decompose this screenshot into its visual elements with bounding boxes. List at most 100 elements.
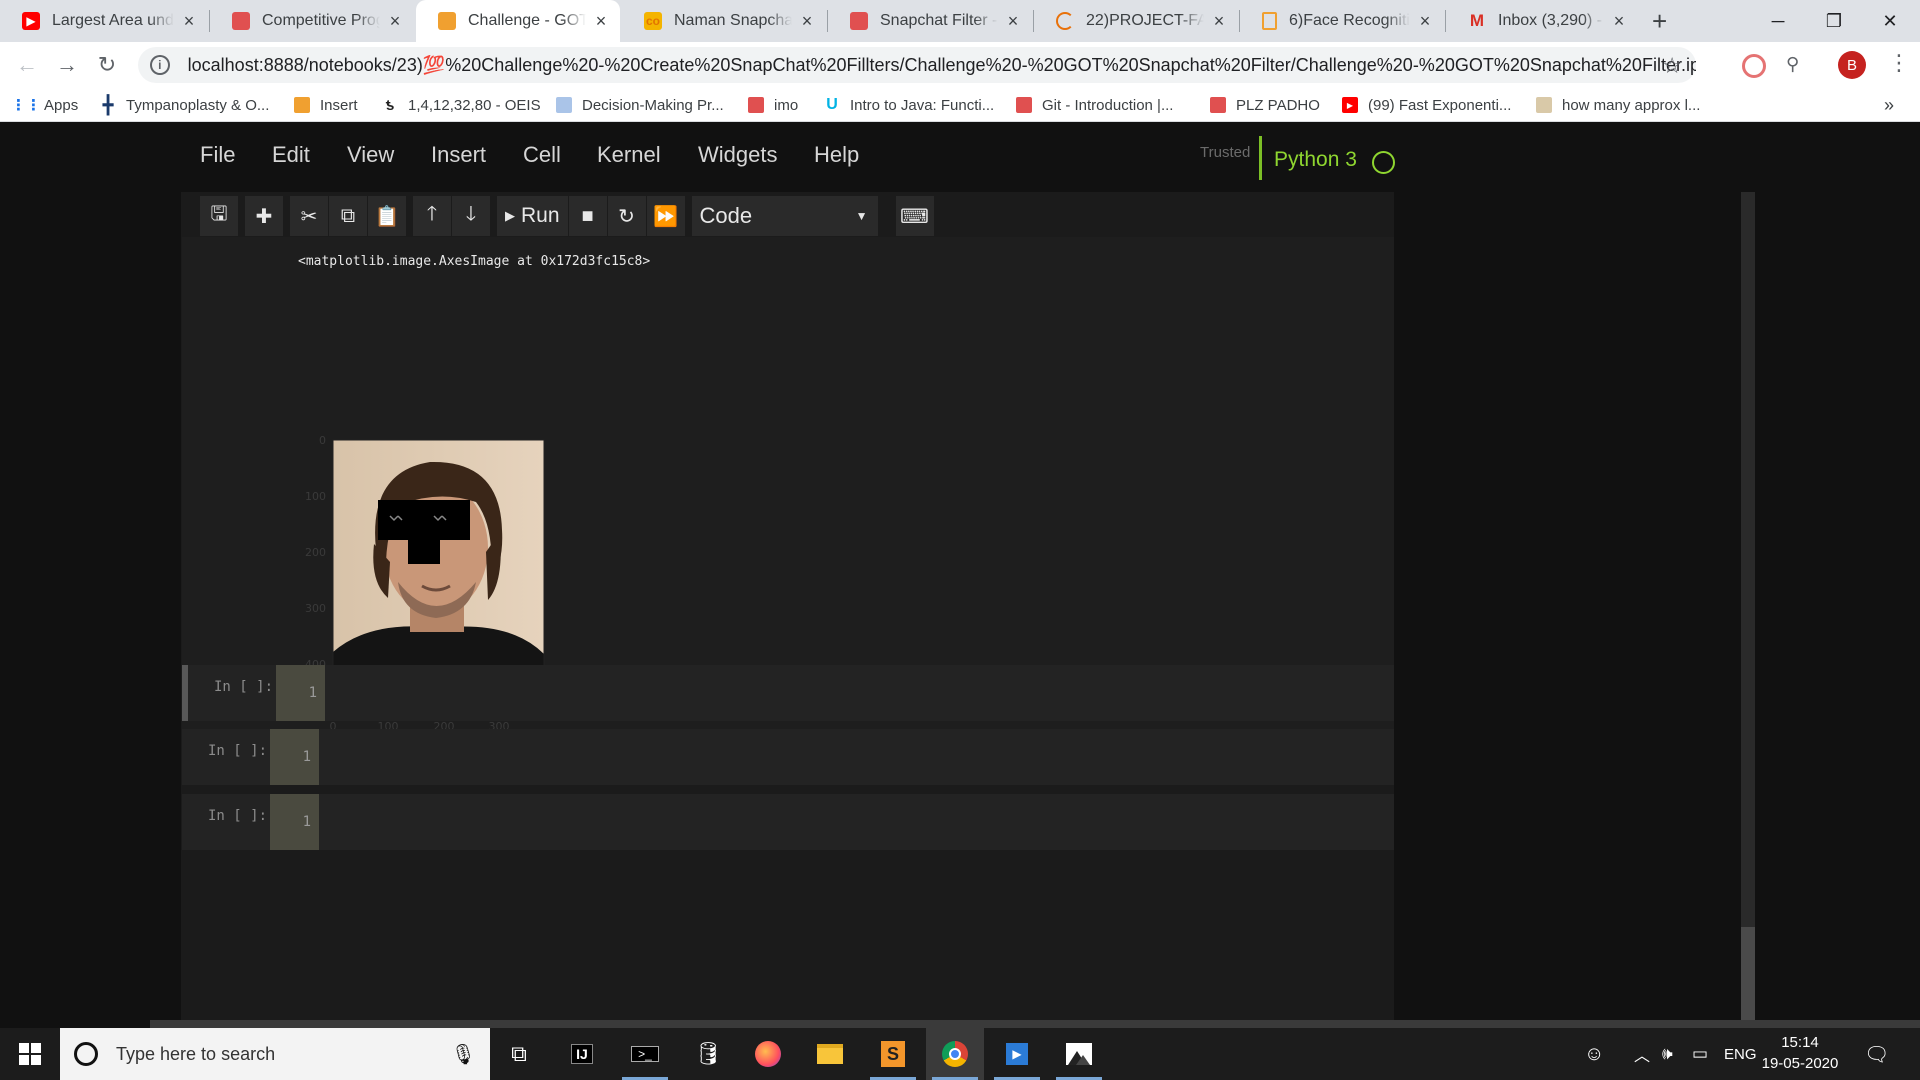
browser-tab-active[interactable]: Challenge - GOT S × (416, 0, 620, 42)
jupyter-icon (438, 12, 456, 30)
microphone-icon[interactable]: 🎙 (451, 1042, 476, 1067)
window-close-icon[interactable]: ✕ (1862, 0, 1918, 42)
copy-icon[interactable]: ⧉ (329, 196, 367, 236)
code-cell[interactable]: In [ ]: 1 (182, 729, 1394, 785)
task-view-icon[interactable]: ⧉ (490, 1028, 548, 1080)
stop-icon[interactable]: ■ (568, 196, 607, 236)
bookmark-red-icon (748, 97, 764, 113)
menu-insert[interactable]: Insert (431, 142, 486, 168)
close-tab-icon[interactable]: × (1210, 11, 1228, 32)
close-tab-icon[interactable]: × (592, 11, 610, 32)
bookmark-item[interactable]: how many approx l... (1536, 94, 1700, 116)
bookmark-item[interactable]: U Intro to Java: Functi... (824, 94, 994, 116)
people-icon[interactable]: ☺ (1584, 1028, 1604, 1080)
browser-tab[interactable]: 22)PROJECT-FACE × (1034, 0, 1238, 42)
reload-icon[interactable]: ↻ (90, 48, 124, 82)
bookmark-item[interactable]: ⋮⋮ Apps (11, 94, 78, 116)
browser-tab[interactable]: Snapchat Filter - C × (828, 0, 1032, 42)
gmail-icon: M (1469, 11, 1485, 30)
photos-icon[interactable] (1050, 1028, 1108, 1080)
run-button[interactable]: ▶ Run (497, 196, 568, 236)
bookmark-item[interactable]: imo (748, 94, 798, 116)
new-tab-button[interactable]: + (1652, 6, 1667, 37)
browser-tab[interactable]: co Naman Snapchat.i × (622, 0, 826, 42)
bookmark-item[interactable]: ▶ (99) Fast Exponenti... (1342, 94, 1511, 116)
insert-cell-icon[interactable]: ✚ (245, 196, 283, 236)
sublime-text-icon[interactable]: S (864, 1028, 922, 1080)
terminal-icon[interactable]: >_ (616, 1028, 674, 1080)
menu-file[interactable]: File (200, 142, 235, 168)
bookmark-item[interactable]: ƾ 1,4,12,32,80 - OEIS (382, 94, 541, 116)
tab-title: Challenge - GOT S (468, 12, 586, 29)
start-button[interactable] (0, 1028, 60, 1080)
volume-icon[interactable]: 🕪 (1662, 1028, 1673, 1080)
bookmark-item[interactable]: Git - Introduction |... (1016, 94, 1173, 116)
bookmark-item[interactable]: PLZ PADHO (1210, 94, 1320, 116)
profile-avatar[interactable]: B (1838, 51, 1866, 79)
menu-kebab-icon[interactable]: ⋮ (1888, 50, 1910, 76)
bookmark-item[interactable]: ╋ Tympanoplasty & O... (100, 94, 270, 116)
extension-icon[interactable] (1742, 54, 1766, 78)
close-tab-icon[interactable]: × (798, 11, 816, 32)
close-tab-icon[interactable]: × (1004, 11, 1022, 32)
close-tab-icon[interactable]: × (386, 11, 404, 32)
bookmark-item[interactable]: Insert (294, 94, 358, 116)
url-text[interactable]: localhost:8888/notebooks/23)💯%20Challeng… (188, 55, 1696, 76)
notebook-toolbar: 🖫 ✚ ✂ ⧉ 📋 🡑 🡓 ▶ Run ■ ↻ ⏩ Code ▼ ⌨ (200, 194, 935, 238)
restart-icon[interactable]: ↻ (607, 196, 646, 236)
chrome-icon[interactable] (926, 1028, 984, 1080)
bookmark-star-icon[interactable]: ☆ (1662, 53, 1682, 79)
battery-icon[interactable]: ▭ (1692, 1028, 1708, 1080)
browser-tab[interactable]: M Inbox (3,290) - onl × (1446, 0, 1638, 42)
address-bar[interactable]: i localhost:8888/notebooks/23)💯%20Challe… (138, 47, 1696, 83)
forward-icon[interactable]: → (50, 48, 84, 82)
menu-help[interactable]: Help (814, 142, 859, 168)
bookmarks-overflow-button[interactable]: » (1884, 94, 1894, 116)
browser-tab[interactable]: Competitive Progr × (210, 0, 414, 42)
code-cell[interactable]: In [ ]: 1 (182, 794, 1394, 850)
cut-icon[interactable]: ✂ (290, 196, 328, 236)
menu-edit[interactable]: Edit (272, 142, 310, 168)
menu-widgets[interactable]: Widgets (698, 142, 777, 168)
move-up-icon[interactable]: 🡑 (413, 196, 451, 236)
minimize-icon[interactable]: ─ (1750, 0, 1806, 42)
bookmark-item[interactable]: Decision-Making Pr... (556, 94, 724, 116)
kernel-idle-icon (1372, 151, 1395, 174)
cell-type-select[interactable]: Code ▼ (691, 196, 878, 236)
site-info-icon[interactable]: i (150, 55, 170, 75)
save-icon[interactable]: 🖫 (200, 196, 238, 236)
kernel-name[interactable]: Python 3 (1274, 148, 1357, 172)
notifications-icon[interactable]: 🗨 (1864, 1028, 1889, 1080)
back-icon[interactable]: ← (10, 48, 44, 82)
close-tab-icon[interactable]: × (1416, 11, 1434, 32)
browser-tab[interactable]: ▶ Largest Area unde × (0, 0, 208, 42)
paste-icon[interactable]: 📋 (368, 196, 406, 236)
trusted-indicator[interactable]: Trusted (1200, 144, 1250, 161)
restart-run-all-icon[interactable]: ⏩ (646, 196, 685, 236)
move-down-icon[interactable]: 🡓 (452, 196, 490, 236)
close-tab-icon[interactable]: × (1610, 11, 1628, 32)
taskbar-clock[interactable]: 15:14 19-05-2020 (1750, 1032, 1850, 1074)
media-player-icon[interactable]: ▶ (988, 1028, 1046, 1080)
extension-puzzle-icon[interactable]: ⚲ (1786, 54, 1799, 75)
code-cell[interactable]: In [ ]: 1 (182, 665, 1394, 721)
y-tick-label: 200 (305, 546, 326, 559)
horizontal-scrollbar[interactable] (150, 1020, 1920, 1028)
intellij-icon[interactable]: IJ (553, 1028, 611, 1080)
jupyter-notebook-app: File Edit View Insert Cell Kernel Widget… (0, 122, 1920, 1028)
restore-icon[interactable]: ❐ (1806, 0, 1862, 42)
browser-tab[interactable]: 6)Face Recognition × (1240, 0, 1444, 42)
command-palette-icon[interactable]: ⌨ (895, 196, 934, 236)
web-icon (1536, 97, 1552, 113)
vertical-scrollbar[interactable] (1741, 192, 1755, 1020)
database-icon[interactable]: 🛢 (679, 1028, 737, 1080)
vertical-scrollbar-thumb[interactable] (1741, 927, 1755, 1020)
chevron-up-icon[interactable]: ︿ (1634, 1028, 1650, 1080)
firefox-icon[interactable] (739, 1028, 797, 1080)
taskbar-search-box[interactable]: Type here to search 🎙 (60, 1028, 490, 1080)
close-tab-icon[interactable]: × (180, 11, 198, 32)
menu-kernel[interactable]: Kernel (597, 142, 661, 168)
menu-view[interactable]: View (347, 142, 394, 168)
menu-cell[interactable]: Cell (523, 142, 561, 168)
file-explorer-icon[interactable] (801, 1028, 859, 1080)
